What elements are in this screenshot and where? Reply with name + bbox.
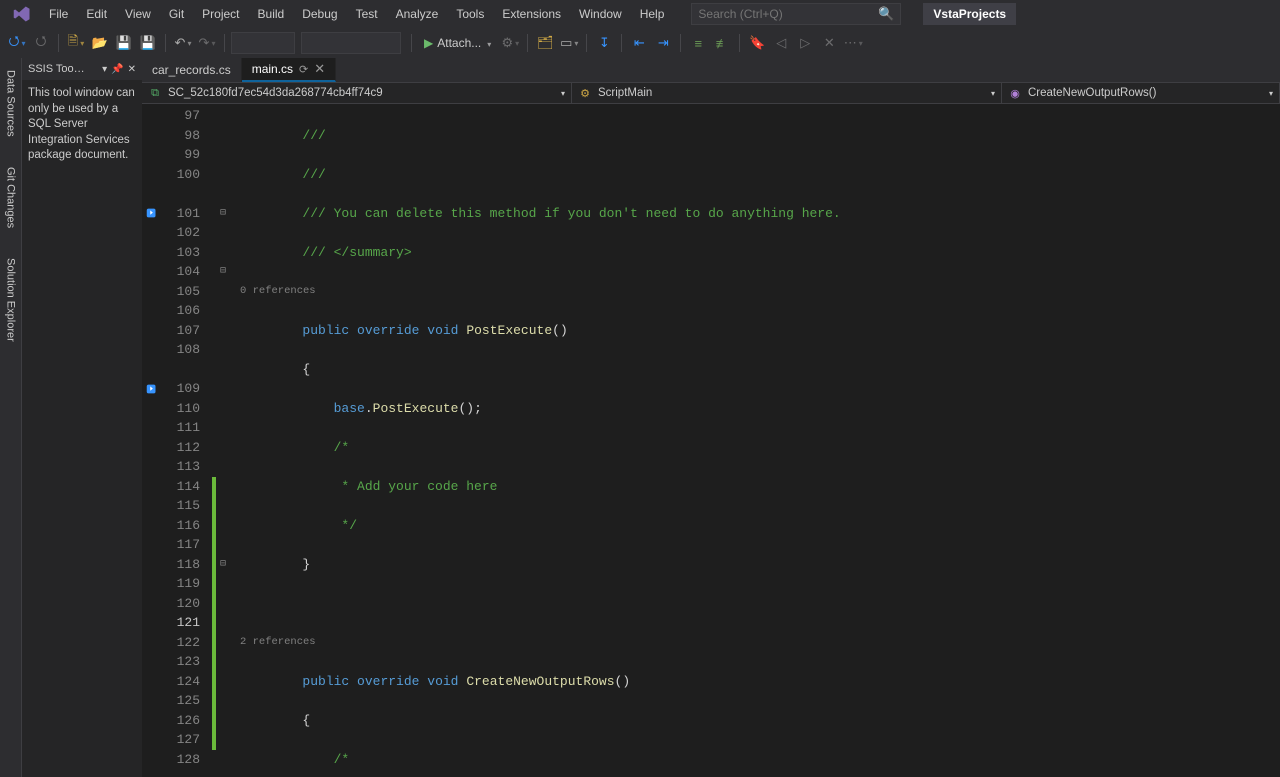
override-glyph-icon[interactable] — [142, 379, 162, 399]
menu-git[interactable]: Git — [160, 3, 193, 25]
step-into-button[interactable]: ↧ — [593, 32, 615, 54]
tab-label: main.cs — [252, 62, 293, 76]
window-layout-button[interactable]: ▭ — [558, 32, 580, 54]
open-file-button[interactable]: 📂 — [89, 32, 111, 54]
attach-label: Attach... — [437, 36, 481, 50]
separator — [527, 34, 528, 52]
tool-window-body: This tool window can only be used by a S… — [22, 80, 142, 170]
left-sidebar: Data Sources Git Changes Solution Explor… — [0, 58, 22, 777]
tab-main[interactable]: main.cs ⟳ ✕ — [242, 58, 336, 82]
close-icon[interactable]: ✕ — [128, 64, 136, 75]
indent-left-button[interactable]: ⇤ — [628, 32, 650, 54]
sidebar-git-changes[interactable]: Git Changes — [3, 161, 19, 234]
codelens-references[interactable]: 0 references — [230, 282, 1280, 302]
separator — [621, 34, 622, 52]
tab-car-records[interactable]: car_records.cs — [142, 58, 242, 82]
code-content[interactable]: /// /// /// You can delete this method i… — [230, 104, 1280, 777]
pin-icon[interactable]: 📌 — [111, 64, 123, 75]
csharp-project-icon: ⧉ — [148, 86, 162, 100]
bookmark-more-button[interactable]: ⋯ — [842, 32, 864, 54]
glyph-margin[interactable] — [142, 104, 162, 777]
menubar: File Edit View Git Project Build Debug T… — [0, 0, 1280, 28]
sidebar-data-sources[interactable]: Data Sources — [3, 64, 19, 143]
separator — [586, 34, 587, 52]
nav-member-combo[interactable]: ◉ CreateNewOutputRows() ▾ — [1002, 83, 1280, 103]
nav-project-combo[interactable]: ⧉ SC_52c180fd7ec54d3da268774cb4ff74c9 ▾ — [142, 83, 572, 103]
bookmark-clear-button[interactable]: ✕ — [818, 32, 840, 54]
comment-button[interactable]: ≡ — [687, 32, 709, 54]
indent-right-button[interactable]: ⇥ — [652, 32, 674, 54]
chevron-down-icon: ▾ — [561, 89, 565, 98]
sidebar-solution-explorer[interactable]: Solution Explorer — [3, 252, 19, 348]
attach-debugger-button[interactable]: ▶ Attach... — [418, 32, 497, 54]
navigation-bar: ⧉ SC_52c180fd7ec54d3da268774cb4ff74c9 ▾ … — [142, 82, 1280, 104]
menu-project[interactable]: Project — [193, 3, 248, 25]
class-icon: ⚙ — [578, 86, 592, 100]
pin-icon[interactable]: ⟳ — [299, 63, 308, 76]
undo-button[interactable]: ↶ — [172, 32, 194, 54]
menu-view[interactable]: View — [116, 3, 160, 25]
menu-edit[interactable]: Edit — [77, 3, 116, 25]
codelens-references[interactable]: 2 references — [230, 633, 1280, 653]
solution-platform-combo[interactable] — [301, 32, 401, 54]
files-icon[interactable]: 🗂 — [534, 32, 556, 54]
debug-target-button[interactable]: ⚙ — [499, 32, 521, 54]
fold-toggle[interactable]: ⊟ — [216, 262, 230, 282]
solution-config-combo[interactable] — [231, 32, 295, 54]
ssis-toolbox-window: SSIS Too… ▾ 📌 ✕ This tool window can onl… — [22, 58, 142, 777]
method-icon: ◉ — [1008, 86, 1022, 100]
menu-debug[interactable]: Debug — [293, 3, 346, 25]
toolbar: ⭯ ⭯ 🗎 📂 💾 💾 ↶ ↷ ▶ Attach... ⚙ 🗂 ▭ ↧ ⇤ ⇥ … — [0, 28, 1280, 58]
separator — [58, 34, 59, 52]
nav-back-button[interactable]: ⭯ — [6, 32, 28, 54]
bookmark-button[interactable]: 🔖 — [746, 32, 768, 54]
nav-class-combo[interactable]: ⚙ ScriptMain ▾ — [572, 83, 1002, 103]
new-item-button[interactable]: 🗎 — [65, 32, 87, 54]
separator — [411, 34, 412, 52]
search-input[interactable] — [698, 7, 878, 21]
global-search[interactable]: 🔍 — [691, 3, 901, 25]
menu-window[interactable]: Window — [570, 3, 631, 25]
chevron-down-icon[interactable]: ▾ — [102, 64, 107, 75]
close-icon[interactable]: ✕ — [314, 61, 325, 77]
menu-help[interactable]: Help — [631, 3, 674, 25]
separator — [739, 34, 740, 52]
vs-logo-icon — [10, 2, 34, 26]
tool-window-header[interactable]: SSIS Too… ▾ 📌 ✕ — [22, 58, 142, 80]
play-icon: ▶ — [424, 36, 433, 50]
document-tabs: car_records.cs main.cs ⟳ ✕ — [142, 58, 1280, 82]
menu-analyze[interactable]: Analyze — [387, 3, 448, 25]
save-button[interactable]: 💾 — [113, 32, 135, 54]
save-all-button[interactable]: 💾 — [137, 32, 159, 54]
code-editor[interactable]: 979899100 101102103104105106107108 10911… — [142, 104, 1280, 777]
line-numbers: 979899100 101102103104105106107108 10911… — [162, 104, 212, 777]
chevron-down-icon: ▾ — [991, 89, 995, 98]
menu-build[interactable]: Build — [249, 3, 294, 25]
project-name-label[interactable]: VstaProjects — [923, 3, 1016, 25]
bookmark-prev-button[interactable]: ◁ — [770, 32, 792, 54]
menu-tools[interactable]: Tools — [447, 3, 493, 25]
tab-label: car_records.cs — [152, 63, 231, 77]
nav-forward-button[interactable]: ⭯ — [30, 32, 52, 54]
menu-file[interactable]: File — [40, 3, 77, 25]
fold-toggle[interactable]: ⊟ — [216, 204, 230, 224]
fold-toggle[interactable]: ⊟ — [216, 555, 230, 575]
tool-window-title: SSIS Too… — [28, 63, 85, 75]
override-glyph-icon[interactable] — [142, 204, 162, 224]
uncomment-button[interactable]: ≢ — [711, 32, 733, 54]
separator — [165, 34, 166, 52]
separator — [224, 34, 225, 52]
redo-button[interactable]: ↷ — [196, 32, 218, 54]
separator — [680, 34, 681, 52]
search-icon[interactable]: 🔍 — [878, 6, 894, 22]
bookmark-next-button[interactable]: ▷ — [794, 32, 816, 54]
menu-extensions[interactable]: Extensions — [493, 3, 570, 25]
chevron-down-icon: ▾ — [1269, 89, 1273, 98]
editor-area: car_records.cs main.cs ⟳ ✕ ⧉ SC_52c180fd… — [142, 58, 1280, 777]
menu-test[interactable]: Test — [347, 3, 387, 25]
fold-margin[interactable]: ⊟ ⊟ ⊟ — [216, 104, 230, 777]
